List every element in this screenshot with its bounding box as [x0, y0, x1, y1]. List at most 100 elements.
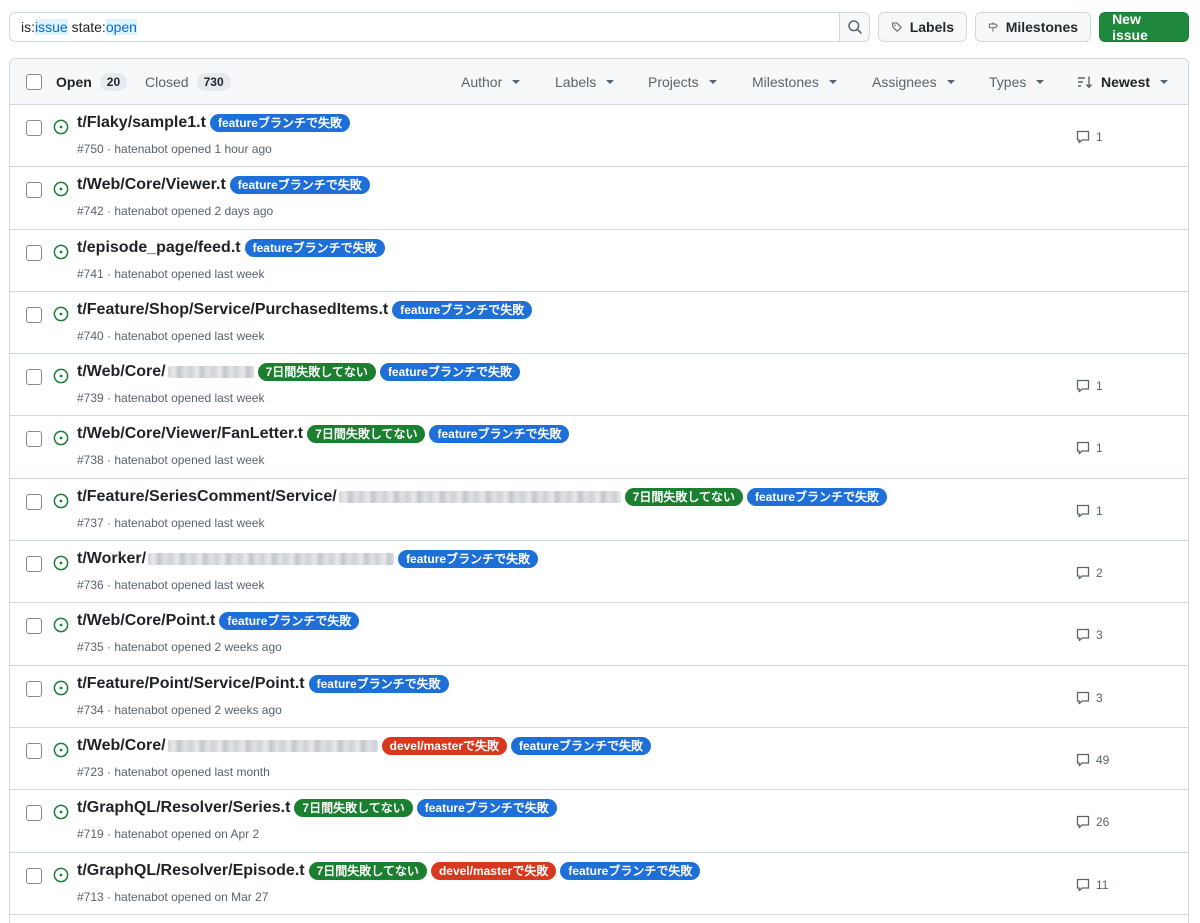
issue-checkbox[interactable] — [26, 182, 42, 199]
comment-count[interactable]: 11 — [1075, 877, 1108, 893]
issue-row[interactable]: t/episode_page/feed.t featureブランチで失敗 #741 … — [10, 230, 1188, 292]
comment-count-value: 49 — [1096, 752, 1110, 767]
issue-checkbox[interactable] — [26, 306, 42, 323]
author-filter[interactable]: Author — [461, 59, 521, 105]
comment-count[interactable]: 3 — [1075, 627, 1103, 643]
issue-title[interactable]: t/Worker/ — [77, 550, 146, 568]
labels-button[interactable]: Labels — [878, 12, 968, 42]
issue-checkbox[interactable] — [26, 618, 42, 635]
issue-label[interactable]: featureブランチで失敗 — [511, 736, 652, 755]
issue-checkbox[interactable] — [26, 244, 42, 261]
issue-title[interactable]: t/GraphQL/Resolver/Series.t — [77, 799, 290, 817]
issue-title-line: t/Web/Core/Point.t featureブランチで失敗 — [77, 612, 360, 631]
issue-title[interactable]: t/Feature/Shop/Service/PurchasedItems.t — [77, 301, 388, 319]
issue-label[interactable]: featureブランチで失敗 — [398, 550, 539, 569]
issue-title-line: t/episode_page/feed.t featureブランチで失敗 — [77, 238, 385, 257]
issue-title[interactable]: t/episode_page/feed.t — [77, 239, 241, 257]
issue-title[interactable]: t/Web/Core/ — [77, 363, 166, 381]
issue-label[interactable]: 7日間失敗してない — [294, 799, 413, 818]
sort-dropdown[interactable]: Newest — [1077, 59, 1169, 105]
issue-label[interactable]: featureブランチで失敗 — [392, 300, 533, 319]
issue-label[interactable]: devel/masterで失敗 — [381, 736, 507, 755]
redacted-text — [148, 553, 395, 566]
search-button[interactable] — [839, 13, 869, 41]
issue-label[interactable]: featureブランチで失敗 — [308, 674, 449, 693]
new-issue-button[interactable]: New issue — [1099, 11, 1189, 43]
projects-filter[interactable]: Projects — [648, 59, 717, 105]
assignees-filter[interactable]: Assignees — [872, 59, 955, 105]
issue-label[interactable]: 7日間失敗してない — [308, 861, 427, 880]
select-all-checkbox[interactable] — [26, 74, 42, 90]
comment-count[interactable]: 49 — [1075, 752, 1109, 768]
issue-label[interactable]: featureブランチで失敗 — [244, 238, 385, 257]
issue-label[interactable]: devel/masterで失敗 — [430, 861, 557, 880]
comment-count[interactable]: 26 — [1075, 814, 1109, 830]
issue-checkbox[interactable] — [26, 680, 42, 697]
issue-label[interactable]: featureブランチで失敗 — [229, 176, 370, 195]
issue-row[interactable]: t/Feature/SeriesComment/Service/7日間失敗してな… — [10, 479, 1188, 542]
issue-opened-icon — [53, 680, 69, 696]
issue-label[interactable]: featureブランチで失敗 — [219, 612, 360, 631]
comment-count-value: 1 — [1096, 379, 1103, 394]
issue-title[interactable]: t/Feature/Point/Service/Point.t — [77, 675, 305, 693]
milestones-filter[interactable]: Milestones — [752, 59, 837, 105]
types-filter[interactable]: Types — [989, 59, 1045, 105]
open-issues-tab[interactable]: Open 20 — [56, 59, 128, 105]
issue-checkbox[interactable] — [26, 805, 42, 822]
issue-title[interactable]: t/Web/Core/ — [77, 737, 166, 755]
issue-label[interactable]: featureブランチで失敗 — [560, 861, 701, 880]
comment-icon — [1076, 816, 1090, 829]
comment-count[interactable]: 2 — [1075, 565, 1103, 581]
issue-title[interactable]: t/Web/Core/Viewer/FanLetter.t — [77, 425, 303, 443]
sort-label: Newest — [1101, 74, 1151, 90]
issue-title[interactable]: t/Web/Core/Viewer.t — [77, 176, 226, 194]
issue-meta: #739 · hatenabot opened last week — [77, 391, 265, 406]
search-input[interactable]: is: issue state: open — [10, 13, 840, 41]
tag-icon — [892, 22, 902, 32]
issue-checkbox[interactable] — [26, 493, 42, 510]
search-token-key: state: — [71, 19, 106, 35]
open-count-badge: 20 — [99, 73, 128, 91]
issue-label[interactable]: 7日間失敗してない — [307, 425, 426, 444]
issue-row[interactable]: t/Web/Core/devel/masterで失敗 featureブランチで失敗… — [10, 728, 1188, 791]
issue-title[interactable]: t/Feature/SeriesComment/Service/ — [77, 488, 337, 506]
issue-label[interactable]: 7日間失敗してない — [257, 363, 376, 382]
issue-meta: #737 · hatenabot opened last week — [77, 515, 265, 530]
issue-row[interactable]: t/GraphQL/Resolver/Series.t 7日間失敗してない feat… — [10, 790, 1188, 853]
search-token-value: open — [105, 19, 137, 35]
issue-label[interactable]: featureブランチで失敗 — [379, 363, 520, 382]
issue-label[interactable]: featureブランチで失敗 — [209, 114, 350, 132]
closed-issues-tab[interactable]: Closed 730 — [145, 59, 231, 105]
issue-row[interactable]: t/Flaky/sample1.t featureブランチで失敗 #750 · ha… — [10, 105, 1188, 168]
issue-checkbox[interactable] — [26, 867, 42, 884]
filter-label: Projects — [648, 74, 699, 90]
issue-title[interactable]: t/GraphQL/Resolver/Episode.t — [77, 862, 305, 880]
comment-count[interactable]: 1 — [1075, 129, 1103, 145]
issue-label[interactable]: featureブランチで失敗 — [429, 425, 570, 444]
issue-checkbox[interactable] — [26, 120, 42, 136]
comment-count[interactable]: 1 — [1075, 440, 1103, 456]
issue-checkbox[interactable] — [26, 369, 42, 386]
comment-count[interactable]: 3 — [1075, 690, 1103, 706]
labels-filter[interactable]: Labels — [555, 59, 615, 105]
issue-row[interactable]: t/Feature/Shop/Service/PurchasedItems.t f… — [10, 292, 1188, 355]
issue-row[interactable]: t/Web/Core/Point.t featureブランチで失敗 #735 · h… — [10, 603, 1188, 666]
issue-checkbox[interactable] — [26, 742, 42, 759]
issue-checkbox[interactable] — [26, 556, 42, 573]
issue-row[interactable]: t/Worker/featureブランチで失敗 #736 · hatenabot … — [10, 541, 1188, 604]
issue-title[interactable]: t/Flaky/sample1.t — [77, 114, 206, 132]
issue-row[interactable]: t/Web/Core/Viewer.t featureブランチで失敗 #742 · … — [10, 167, 1188, 230]
issue-meta: #719 · hatenabot opened on Apr 2 — [77, 827, 260, 842]
milestones-button[interactable]: Milestones — [975, 12, 1092, 42]
issue-label[interactable]: 7日間失敗してない — [624, 487, 743, 506]
issue-label[interactable]: featureブランチで失敗 — [747, 487, 888, 506]
comment-count[interactable]: 1 — [1075, 378, 1103, 394]
issue-row[interactable]: t/Web/Core/7日間失敗してない featureブランチで失敗 #739 ·… — [10, 354, 1188, 417]
issue-row[interactable]: t/Feature/Point/Service/Point.t featureブラ… — [10, 666, 1188, 728]
issue-title[interactable]: t/Web/Core/Point.t — [77, 612, 215, 630]
issue-row[interactable]: t/GraphQL/Resolver/Episode.t 7日間失敗してない dev… — [10, 853, 1188, 915]
issue-row[interactable]: t/Web/Core/Viewer/FanLetter.t 7日間失敗してない fe… — [10, 416, 1188, 479]
issue-label[interactable]: featureブランチで失敗 — [416, 799, 557, 818]
issue-checkbox[interactable] — [26, 431, 42, 448]
comment-count[interactable]: 1 — [1075, 503, 1103, 519]
